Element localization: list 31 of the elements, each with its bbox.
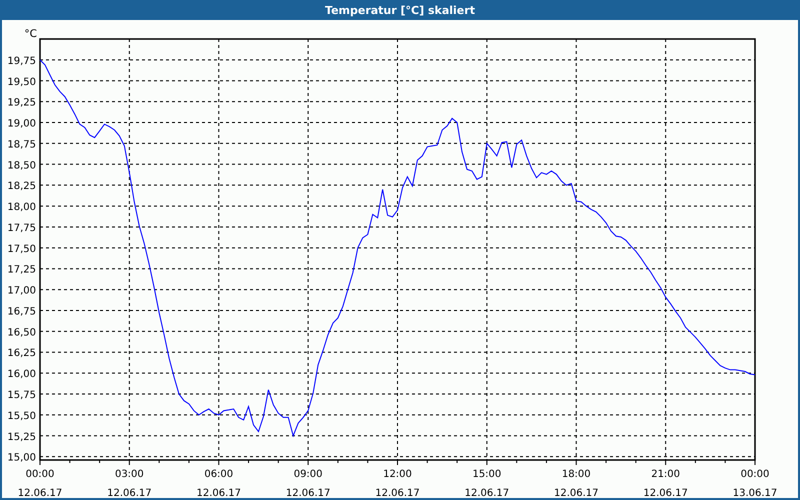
y-tick-label: 16,00	[7, 369, 36, 380]
y-tick-label: 16,25	[7, 348, 36, 360]
window-title: Temperatur [°C] skaliert	[325, 4, 475, 16]
y-tick-label: 16,50	[7, 327, 36, 338]
y-tick-label: 18,75	[7, 139, 36, 150]
x-tick-label: 15:00 12.06.17	[464, 469, 510, 498]
y-tick-label: 17,00	[7, 286, 36, 297]
y-tick-label: 15,25	[7, 432, 36, 443]
y-tick-label: 18,00	[7, 202, 36, 214]
y-tick-label: 16,75	[7, 306, 36, 318]
y-tick-label: 15,00	[7, 452, 36, 464]
x-tick-label: 18:00 12.06.17	[554, 469, 599, 498]
x-tick-label: 00:00 12.06.17	[18, 469, 62, 498]
y-tick-label: 19,50	[7, 76, 36, 88]
x-tick-label: 03:00 12.06.17	[107, 469, 152, 498]
y-tick-label: 17,75	[7, 222, 36, 234]
y-tick-label: 19,75	[7, 56, 36, 67]
y-tick-label: 18,25	[7, 181, 36, 192]
x-tick-label: 00:00 13.06.17	[732, 469, 778, 498]
x-tick-label: 06:00 12.06.17	[196, 469, 242, 498]
x-tick-label: 21:00 12.06.17	[643, 469, 688, 498]
y-tick-label: 18,50	[7, 160, 36, 172]
x-tick-label: 12:00 12.06.17	[375, 469, 420, 498]
y-tick-label: 17,50	[7, 244, 36, 255]
y-tick-label: 19,25	[7, 98, 36, 109]
y-tick-label: 15,75	[7, 390, 36, 401]
x-tick-label: 09:00 12.06.17	[286, 469, 330, 498]
y-tick-label: 17,25	[7, 264, 36, 276]
y-tick-label: 19,00	[7, 118, 36, 130]
axis-unit: °C	[24, 28, 37, 40]
y-tick-label: 15,50	[7, 410, 36, 422]
